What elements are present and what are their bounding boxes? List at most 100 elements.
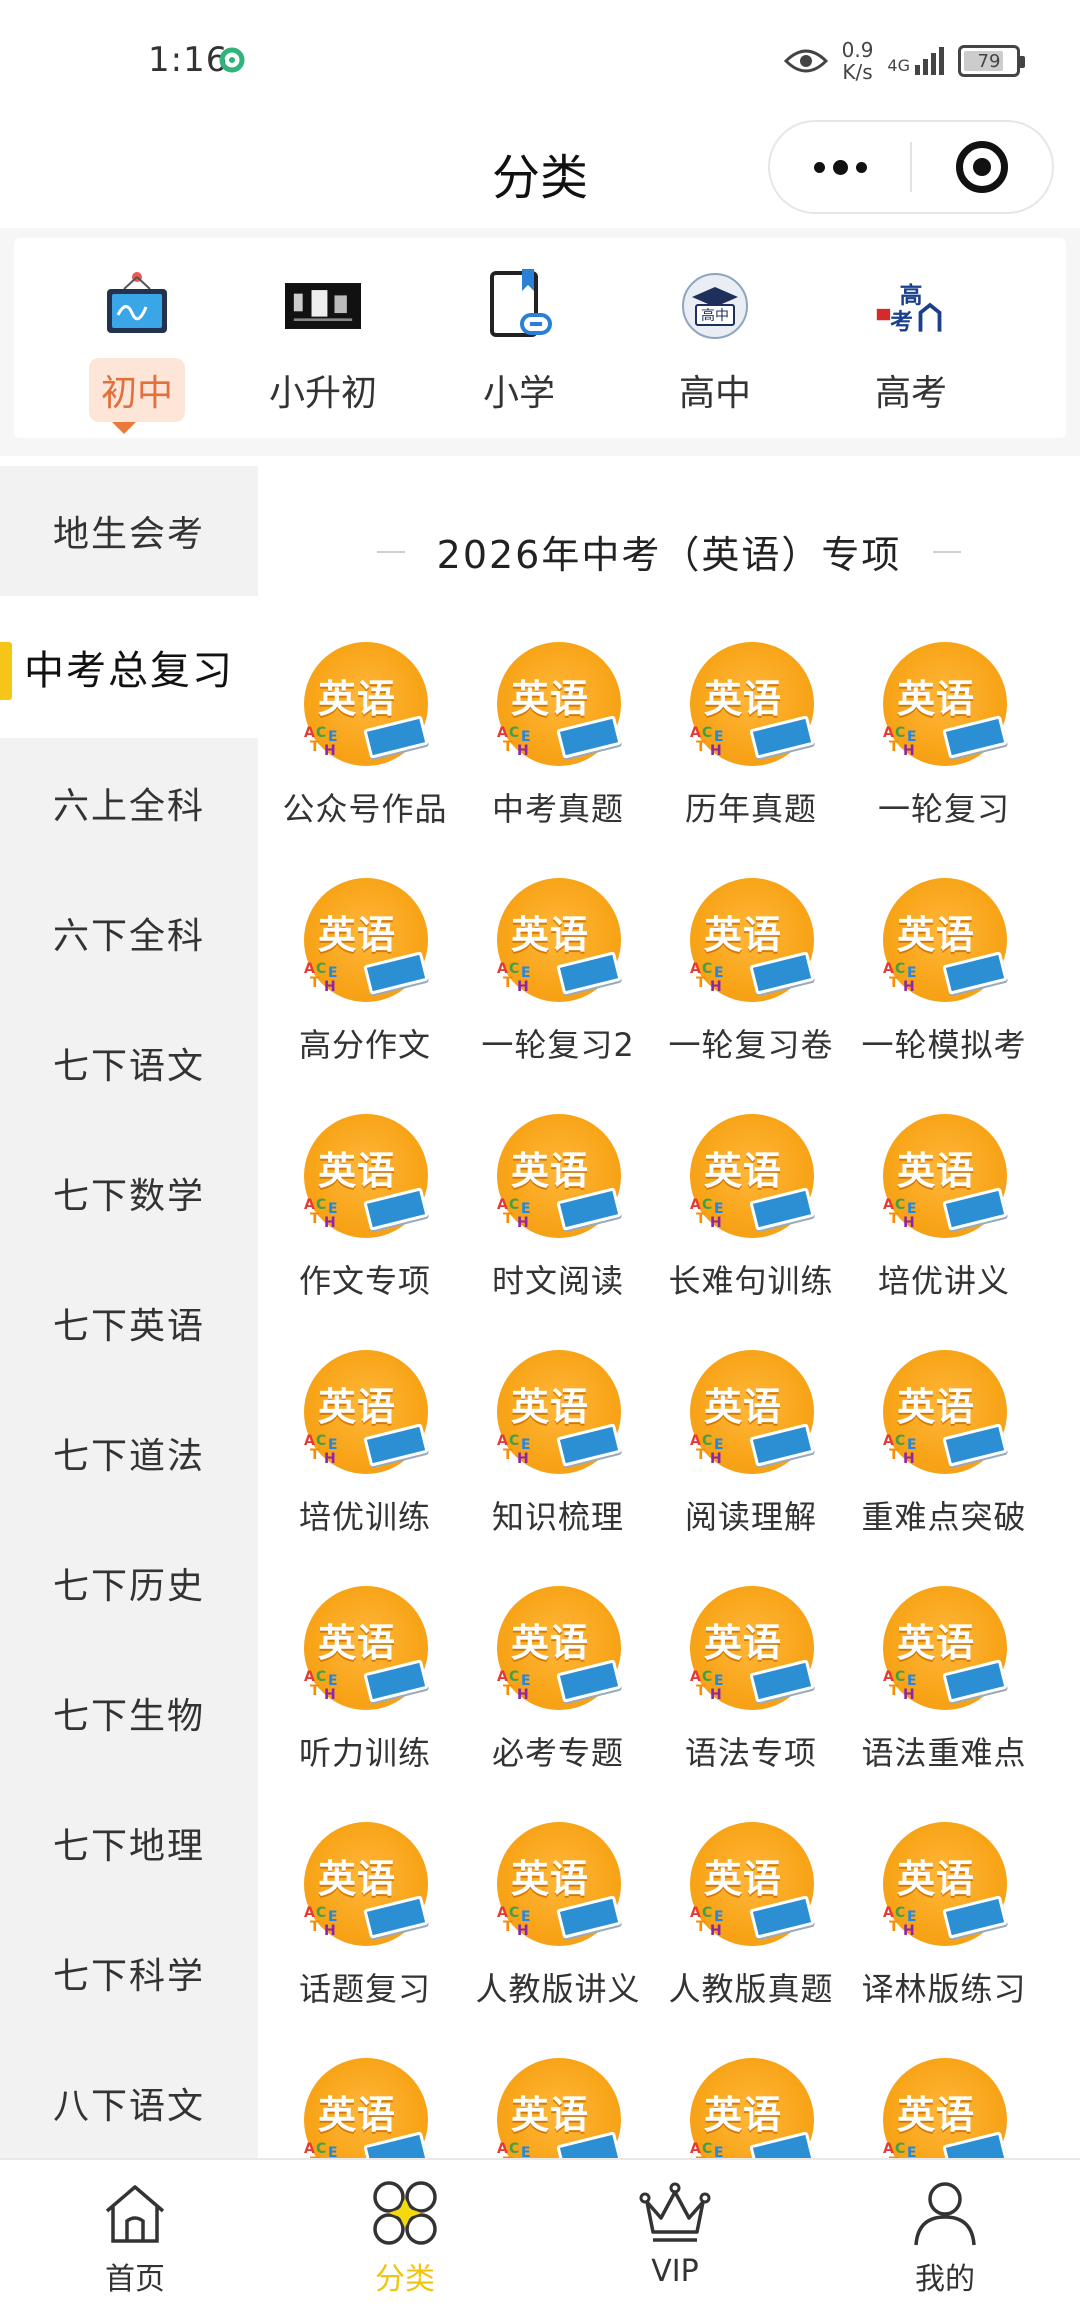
subject-card[interactable]: 英语 A C E T H 历年真题	[656, 640, 846, 830]
subject-card[interactable]: 英语 A C E T H 听力训练	[270, 1584, 460, 1774]
section-title: 2026年中考（英语）专项	[258, 524, 1080, 579]
gaokao-logo-icon: 高 考	[873, 268, 949, 344]
subject-card[interactable]: 英语 A C E T H 译林版练习	[849, 1820, 1039, 2010]
more-button[interactable]	[770, 122, 910, 212]
english-book-icon: 英语ACETH	[879, 1820, 1009, 1950]
sidebar-item[interactable]: 七下英语	[0, 1258, 258, 1388]
subject-card[interactable]: 英语 A C E T H 一轮模拟考	[849, 876, 1039, 1066]
subject-card[interactable]: 英语 A C E T H 话题复习	[270, 1820, 460, 2010]
svg-text:考: 考	[890, 310, 913, 336]
level-tabs-strip: 初中 小升初 小学 高中 高中 高 考 高考	[0, 228, 1080, 456]
subject-card[interactable]: 英语 A C E T H 必考专题	[463, 1584, 653, 1774]
sidebar-item[interactable]: 六下全科	[0, 868, 258, 998]
sidebar-item-active[interactable]: 中考总复习	[0, 596, 258, 738]
nav-category[interactable]: 分类	[270, 2160, 540, 2310]
header: 分类	[0, 120, 1080, 230]
subject-card-label: 一轮复习卷	[668, 1026, 834, 1064]
subject-card-label: 阅读理解	[684, 1498, 817, 1536]
sidebar-item[interactable]: 七下地理	[0, 1778, 258, 1908]
subject-card-label: 人教版讲义	[475, 1970, 641, 2008]
subject-card-label: 培优讲义	[877, 1262, 1010, 1300]
subject-card[interactable]: 英语 A C E T H 时文阅读	[463, 1112, 653, 1302]
english-book-icon: 英语ACETH	[300, 1820, 430, 1950]
english-book-icon: 英语ACETH	[493, 1112, 623, 1242]
english-book-icon: 英语ACETH	[879, 1584, 1009, 1714]
mini-program-capsule	[768, 120, 1054, 214]
english-book-icon: 英语ACETH	[879, 1348, 1009, 1478]
tab-chuzhong[interactable]: 初中	[62, 268, 212, 422]
subject-card[interactable]: 英语 A C E T H 高分作文	[270, 876, 460, 1066]
tab-xiaoshengchu[interactable]: 小升初	[248, 268, 398, 422]
english-book-icon: 英语ACETH	[879, 1112, 1009, 1242]
sidebar-item[interactable]: 七下数学	[0, 1128, 258, 1258]
subject-card-label: 长难句训练	[668, 1262, 834, 1300]
subject-card[interactable]: 英语ACETH	[463, 2056, 653, 2158]
english-book-icon: 英语ACETH	[493, 1348, 623, 1478]
english-book-icon: 英语ACETH	[686, 1820, 816, 1950]
subject-card[interactable]: 英语 A C E T H 长难句训练	[656, 1112, 846, 1302]
sidebar-item[interactable]: 七下道法	[0, 1388, 258, 1518]
subject-card[interactable]: 英语 A C E T H 重难点突破	[849, 1348, 1039, 1538]
english-book-icon: 英语ACETH	[493, 2056, 623, 2158]
subject-card-label: 作文专项	[298, 1262, 431, 1300]
home-icon	[98, 2176, 172, 2250]
sidebar-item[interactable]: 八下语文	[0, 2038, 258, 2158]
nav-vip[interactable]: VIP	[540, 2160, 810, 2310]
nav-home[interactable]: 首页	[0, 2160, 270, 2310]
subject-card[interactable]: 英语ACETH	[656, 2056, 846, 2158]
english-book-icon: 英语ACETH	[686, 1348, 816, 1478]
subject-card[interactable]: 英语 A C E T H 阅读理解	[656, 1348, 846, 1538]
subject-card[interactable]: 英语 A C E T H 人教版讲义	[463, 1820, 653, 2010]
tab-xiaoxue[interactable]: 小学	[444, 268, 594, 422]
sidebar-item[interactable]: 七下生物	[0, 1648, 258, 1778]
sidebar-item[interactable]: 七下语文	[0, 998, 258, 1128]
net-speed: 0.9 K/s	[841, 38, 874, 84]
subject-card[interactable]: 英语 A C E T H 一轮复习卷	[656, 876, 846, 1066]
subject-card[interactable]: 英语ACETH	[270, 2056, 460, 2158]
subject-card[interactable]: 英语 A C E T H 公众号作品	[270, 640, 460, 830]
subject-card-label: 语法专项	[684, 1734, 817, 1772]
english-book-icon: 英语ACETH	[686, 1112, 816, 1242]
nav-mine[interactable]: 我的	[810, 2160, 1080, 2310]
subject-card[interactable]: 英语ACETH	[849, 2056, 1039, 2158]
subject-card-label: 一轮复习	[877, 790, 1010, 828]
subject-card[interactable]: 英语 A C E T H 一轮复习	[849, 640, 1039, 830]
english-book-icon: 英语ACETH	[300, 1584, 430, 1714]
banner-image-icon	[285, 268, 361, 344]
subject-card[interactable]: 英语 A C E T H 作文专项	[270, 1112, 460, 1302]
english-book-icon: 英语ACETH	[879, 2056, 1009, 2158]
sidebar-item[interactable]: 六上全科	[0, 738, 258, 868]
subject-card[interactable]: 英语 A C E T H 语法重难点	[849, 1584, 1039, 1774]
subject-card[interactable]: 英语 A C E T H 培优训练	[270, 1348, 460, 1538]
subject-card-label: 公众号作品	[282, 790, 448, 828]
subject-card[interactable]: 英语 A C E T H 培优讲义	[849, 1112, 1039, 1302]
battery-icon: 79	[958, 45, 1025, 77]
subject-card[interactable]: 英语 A C E T H 人教版真题	[656, 1820, 846, 2010]
english-book-icon: 英语ACETH	[493, 1584, 623, 1714]
subject-card[interactable]: 英语 A C E T H 中考真题	[463, 640, 653, 830]
subject-card[interactable]: 英语 A C E T H 语法专项	[656, 1584, 846, 1774]
english-book-icon: 英语ACETH	[686, 1584, 816, 1714]
level-tabs: 初中 小升初 小学 高中 高中 高 考 高考	[14, 238, 1066, 438]
title-divider-left	[376, 550, 405, 553]
close-miniprogram-button[interactable]	[912, 122, 1052, 212]
sidebar-item[interactable]: 地生会考	[0, 466, 258, 596]
english-book-icon: 英语ACETH	[300, 1112, 430, 1242]
tab-gaokao[interactable]: 高 考 高考	[836, 268, 986, 422]
status-bar: 1:16 0.9 K/s 4G 79	[0, 0, 1080, 120]
status-time: 1:16	[148, 40, 229, 80]
sidebar-item[interactable]: 七下历史	[0, 1518, 258, 1648]
subject-card-label: 重难点突破	[861, 1498, 1027, 1536]
subject-card[interactable]: 英语 A C E T H 知识梳理	[463, 1348, 653, 1538]
english-book-icon: 英语ACETH	[686, 2056, 816, 2158]
sidebar-item[interactable]: 七下科学	[0, 1908, 258, 2038]
subject-card-label: 译林版练习	[861, 1970, 1027, 2008]
subject-card[interactable]: 英语 A C E T H 一轮复习2	[463, 876, 653, 1066]
subject-card-label: 中考真题	[491, 790, 624, 828]
subject-card-label: 一轮模拟考	[861, 1026, 1027, 1064]
active-tab-caret-icon	[112, 422, 136, 434]
subject-card-label: 知识梳理	[491, 1498, 624, 1536]
signal-icon: 4G	[887, 47, 944, 75]
tab-gaozhong[interactable]: 高中 高中	[640, 268, 790, 422]
english-book-icon: 英语ACETH	[493, 876, 623, 1006]
